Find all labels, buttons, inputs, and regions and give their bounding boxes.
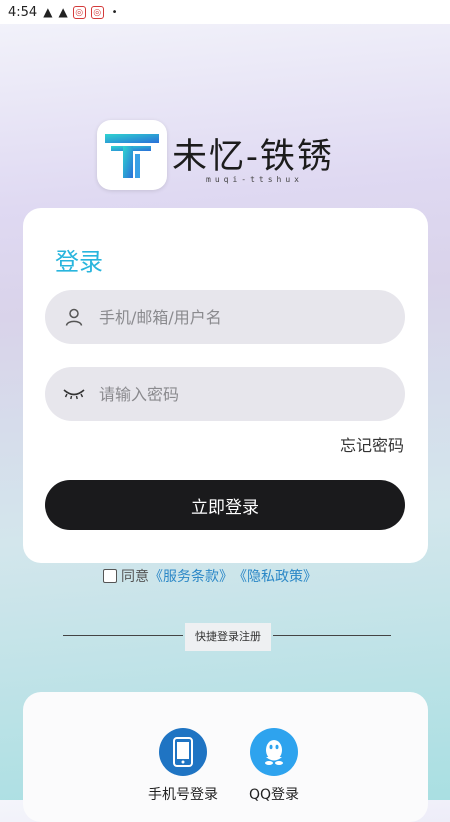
quick-login-label: 快捷登录注册 <box>185 623 271 651</box>
password-field[interactable] <box>45 367 405 421</box>
brand-subtitle: muqi-ttshux <box>206 175 303 184</box>
phone-login-option[interactable]: 手机号登录 <box>148 728 218 804</box>
signal-icon: ▲ <box>58 5 68 19</box>
status-bar: 4:54 ▲ ▲ ◎ ◎ • <box>0 0 450 24</box>
divider-left <box>63 635 183 636</box>
status-time: 4:54 <box>8 4 38 20</box>
agree-checkbox[interactable] <box>103 569 117 583</box>
terms-link[interactable]: 《服务条款》 <box>149 566 233 586</box>
logo-t-icon <box>105 134 159 178</box>
privacy-link[interactable]: 《隐私政策》 <box>233 566 317 586</box>
divider-right <box>273 635 391 636</box>
agreement-row: 同意 《服务条款》 《隐私政策》 <box>103 566 317 586</box>
login-card: 登录 忘记密码 立即登录 <box>23 208 428 563</box>
password-input[interactable] <box>97 383 381 405</box>
brand-title: 未忆-铁锈 <box>172 137 334 177</box>
agree-label: 同意 <box>121 569 149 585</box>
phone-icon[interactable] <box>159 728 207 776</box>
signal-icon: ▲ <box>43 5 53 19</box>
username-input[interactable] <box>97 306 381 328</box>
login-button[interactable]: 立即登录 <box>45 480 405 530</box>
login-title: 登录 <box>55 248 103 276</box>
app-badge-icon: ◎ <box>90 5 104 19</box>
qq-login-label: QQ登录 <box>249 787 300 803</box>
phone-login-label: 手机号登录 <box>148 787 218 803</box>
dot-icon: • <box>111 6 118 18</box>
user-icon <box>63 306 85 328</box>
forgot-password-link[interactable]: 忘记密码 <box>340 432 404 456</box>
app-badge-icon: ◎ <box>72 5 86 19</box>
username-field[interactable] <box>45 290 405 344</box>
qq-icon[interactable] <box>250 728 299 776</box>
eye-closed-icon[interactable] <box>63 383 85 405</box>
quick-login-card: 手机号登录 QQ登录 <box>23 692 428 822</box>
app-logo <box>97 120 167 190</box>
qq-login-option[interactable]: QQ登录 <box>249 728 299 804</box>
